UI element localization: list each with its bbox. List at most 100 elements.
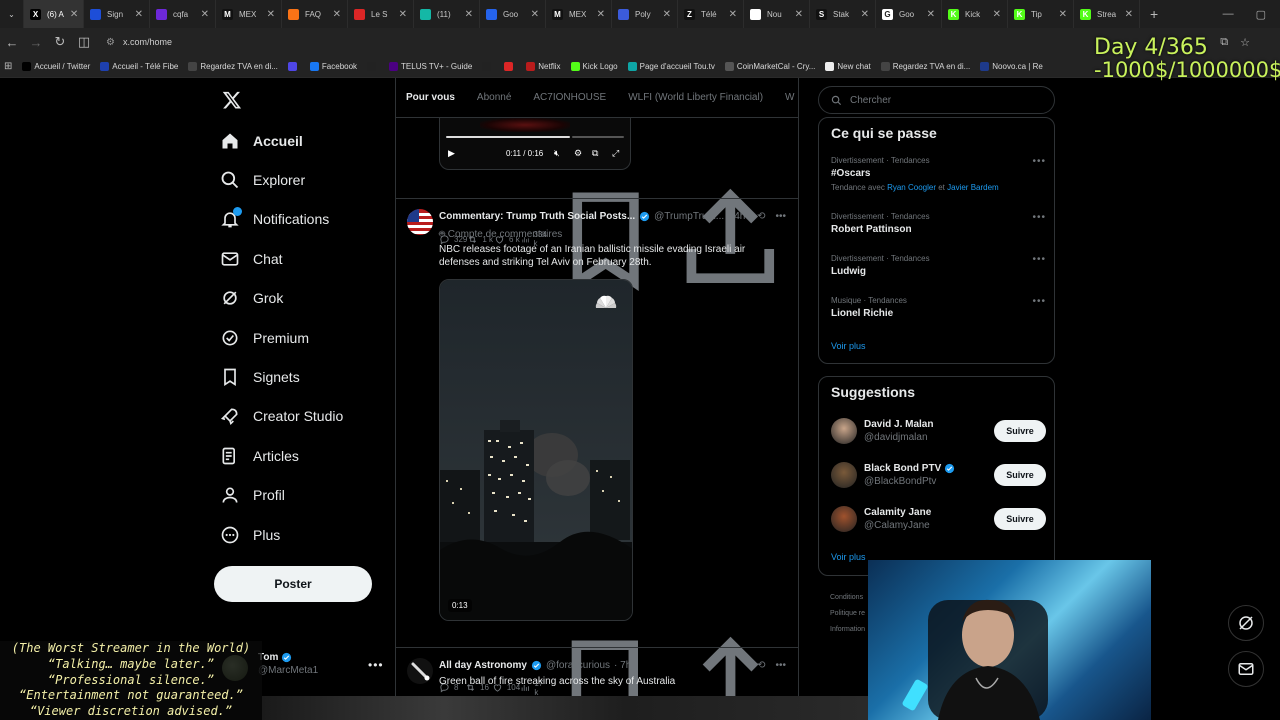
new-tab-button[interactable]: + xyxy=(1150,6,1158,22)
close-tab-icon[interactable]: ✕ xyxy=(663,9,671,20)
mute-icon[interactable]: 🔇︎ xyxy=(554,148,560,159)
forward-icon[interactable]: → xyxy=(24,35,48,50)
close-tab-icon[interactable]: ✕ xyxy=(267,9,275,20)
close-tab-icon[interactable]: ✕ xyxy=(465,9,473,20)
close-tab-icon[interactable]: ✕ xyxy=(531,9,539,20)
account-more-icon[interactable]: ••• xyxy=(368,658,384,672)
browser-tab[interactable]: Sign ✕ xyxy=(84,0,150,28)
close-tab-icon[interactable]: ✕ xyxy=(399,9,407,20)
footer-link[interactable]: Conditions xyxy=(830,590,865,606)
suggestion-item[interactable]: Black Bond PTV @BlackBondPtv Suivre xyxy=(831,460,1046,490)
bookmark-item[interactable]: Facebook xyxy=(309,62,357,71)
grok-icon[interactable]: ⟲ xyxy=(757,660,765,671)
bookmark-item[interactable]: Netflix xyxy=(526,62,561,71)
bookmark-item[interactable] xyxy=(504,62,516,71)
bookmark-item[interactable]: TELUS TV+ - Guide xyxy=(389,62,472,71)
browser-tab[interactable]: (11) ✕ xyxy=(414,0,480,28)
pip-icon[interactable]: ⧉ xyxy=(592,148,598,159)
more-icon[interactable]: ••• xyxy=(1032,212,1046,223)
browser-tab[interactable]: cqfa ✕ xyxy=(150,0,216,28)
grok-icon[interactable]: ⟲ xyxy=(757,211,765,222)
tweet-avatar[interactable] xyxy=(407,209,433,235)
bookmark-item[interactable]: Accueil / Twitter xyxy=(22,62,90,71)
close-tab-icon[interactable]: ✕ xyxy=(135,9,143,20)
trend-item[interactable]: Divertissement · Tendances #Oscars Tendanc… xyxy=(831,156,1046,192)
follow-button[interactable]: Suivre xyxy=(994,508,1046,530)
feed-tab[interactable]: WLFI (World Liberty Financial) xyxy=(628,92,763,103)
feed-tab[interactable]: Pour vous xyxy=(406,92,455,103)
bookmark-item[interactable]: Page d'accueil Tou.tv xyxy=(627,62,715,71)
bookmark-item[interactable]: Regardez TVA en di... xyxy=(188,62,278,71)
browser-tab[interactable]: S Stak ✕ xyxy=(810,0,876,28)
fullscreen-icon[interactable]: ⤢ xyxy=(612,148,619,159)
nav-item-premium[interactable]: Premium xyxy=(220,318,390,357)
close-tab-icon[interactable]: ✕ xyxy=(729,9,737,20)
nav-item-grok[interactable]: Grok xyxy=(220,279,390,318)
minimize-icon[interactable]: — xyxy=(1223,8,1234,21)
nav-item-plus[interactable]: Plus xyxy=(220,515,390,554)
more-icon[interactable]: ••• xyxy=(1032,156,1046,167)
bookmark-item[interactable] xyxy=(287,62,300,71)
post-button[interactable]: Poster xyxy=(214,566,372,602)
trends-see-more-link[interactable]: Voir plus xyxy=(831,341,866,351)
nav-item-creator-studio[interactable]: Creator Studio xyxy=(220,397,390,436)
x-logo-icon[interactable] xyxy=(222,90,242,110)
close-tab-icon[interactable]: ✕ xyxy=(201,9,209,20)
nav-item-accueil[interactable]: Accueil xyxy=(220,121,390,160)
tab-switcher-button[interactable]: ⌄ xyxy=(0,0,24,28)
nav-item-articles[interactable]: Articles xyxy=(220,436,390,475)
bookmark-item[interactable]: Regardez TVA en di... xyxy=(880,62,970,71)
close-tab-icon[interactable]: ✕ xyxy=(333,9,341,20)
bookmark-item[interactable] xyxy=(367,62,379,71)
browser-tab[interactable]: FAQ ✕ xyxy=(282,0,348,28)
close-tab-icon[interactable]: ✕ xyxy=(1125,9,1133,20)
avatar[interactable] xyxy=(831,418,857,444)
feed-tab[interactable]: W xyxy=(785,92,794,103)
browser-tab[interactable]: G Goo ✕ xyxy=(876,0,942,28)
nav-item-signets[interactable]: Signets xyxy=(220,357,390,396)
tweet-time[interactable]: · 4h xyxy=(728,211,745,222)
reload-icon[interactable]: ↻ xyxy=(48,34,72,50)
close-tab-icon[interactable]: ✕ xyxy=(927,9,935,20)
bookmark-item[interactable]: CoinMarketCal - Cry... xyxy=(724,62,815,71)
apps-grid-icon[interactable]: ⊞ xyxy=(4,61,12,72)
tweet-author-name[interactable]: All day Astronomy xyxy=(439,660,527,671)
play-icon[interactable]: ▶ xyxy=(448,148,455,159)
trend-link[interactable]: Ryan Coogler xyxy=(887,183,936,192)
tweet-author-handle[interactable]: @forallcurious xyxy=(546,660,610,671)
url-field[interactable]: ⚙ x.com/home xyxy=(106,37,172,48)
more-icon[interactable]: ••• xyxy=(775,211,786,222)
trend-item[interactable]: Divertissement · Tendances Ludwig ••• xyxy=(831,254,1046,277)
follow-button[interactable]: Suivre xyxy=(994,420,1046,442)
nav-item-profil[interactable]: Profil xyxy=(220,476,390,515)
back-icon[interactable]: ← xyxy=(0,35,24,50)
search-input[interactable]: Chercher xyxy=(818,86,1055,114)
close-tab-icon[interactable]: ✕ xyxy=(795,9,803,20)
avatar[interactable] xyxy=(831,462,857,488)
browser-tab[interactable]: K Kick ✕ xyxy=(942,0,1008,28)
suggestion-item[interactable]: David J. Malan @davidjmalan Suivre xyxy=(831,416,1046,446)
browser-tab[interactable]: Poly ✕ xyxy=(612,0,678,28)
trend-item[interactable]: Divertissement · Tendances Robert Pattins… xyxy=(831,212,1046,235)
trend-link[interactable]: Javier Bardem xyxy=(947,183,999,192)
messages-fab[interactable] xyxy=(1228,651,1264,687)
bookmark-item[interactable]: New chat xyxy=(825,62,871,71)
suggestion-item[interactable]: Calamity Jane @CalamyJane Suivre xyxy=(831,504,1046,534)
split-view-icon[interactable]: ◫ xyxy=(72,34,96,50)
feed-tab[interactable]: Abonné xyxy=(477,92,511,103)
more-icon[interactable]: ••• xyxy=(775,660,786,671)
feed-tab[interactable]: AC7IONHOUSE xyxy=(533,92,606,103)
browser-tab[interactable]: X (6) A ✕ xyxy=(24,0,84,28)
bookmark-item[interactable]: Noovo.ca | Re xyxy=(980,62,1043,71)
browser-tab[interactable]: Le S ✕ xyxy=(348,0,414,28)
follow-button[interactable]: Suivre xyxy=(994,464,1046,486)
browser-tab[interactable]: K Strea ✕ xyxy=(1074,0,1140,28)
bookmark-item[interactable]: Kick Logo xyxy=(570,62,618,71)
trend-item[interactable]: Musique · Tendances Lionel Richie ••• xyxy=(831,296,1046,319)
browser-tab[interactable]: Z Télé ✕ xyxy=(678,0,744,28)
site-settings-icon[interactable]: ⚙ xyxy=(106,37,115,48)
nav-item-notifications[interactable]: Notifications xyxy=(220,200,390,239)
tweet-video[interactable]: 0:13 xyxy=(439,279,633,621)
video-progress[interactable] xyxy=(446,136,570,138)
browser-tab[interactable]: M MEX ✕ xyxy=(216,0,282,28)
